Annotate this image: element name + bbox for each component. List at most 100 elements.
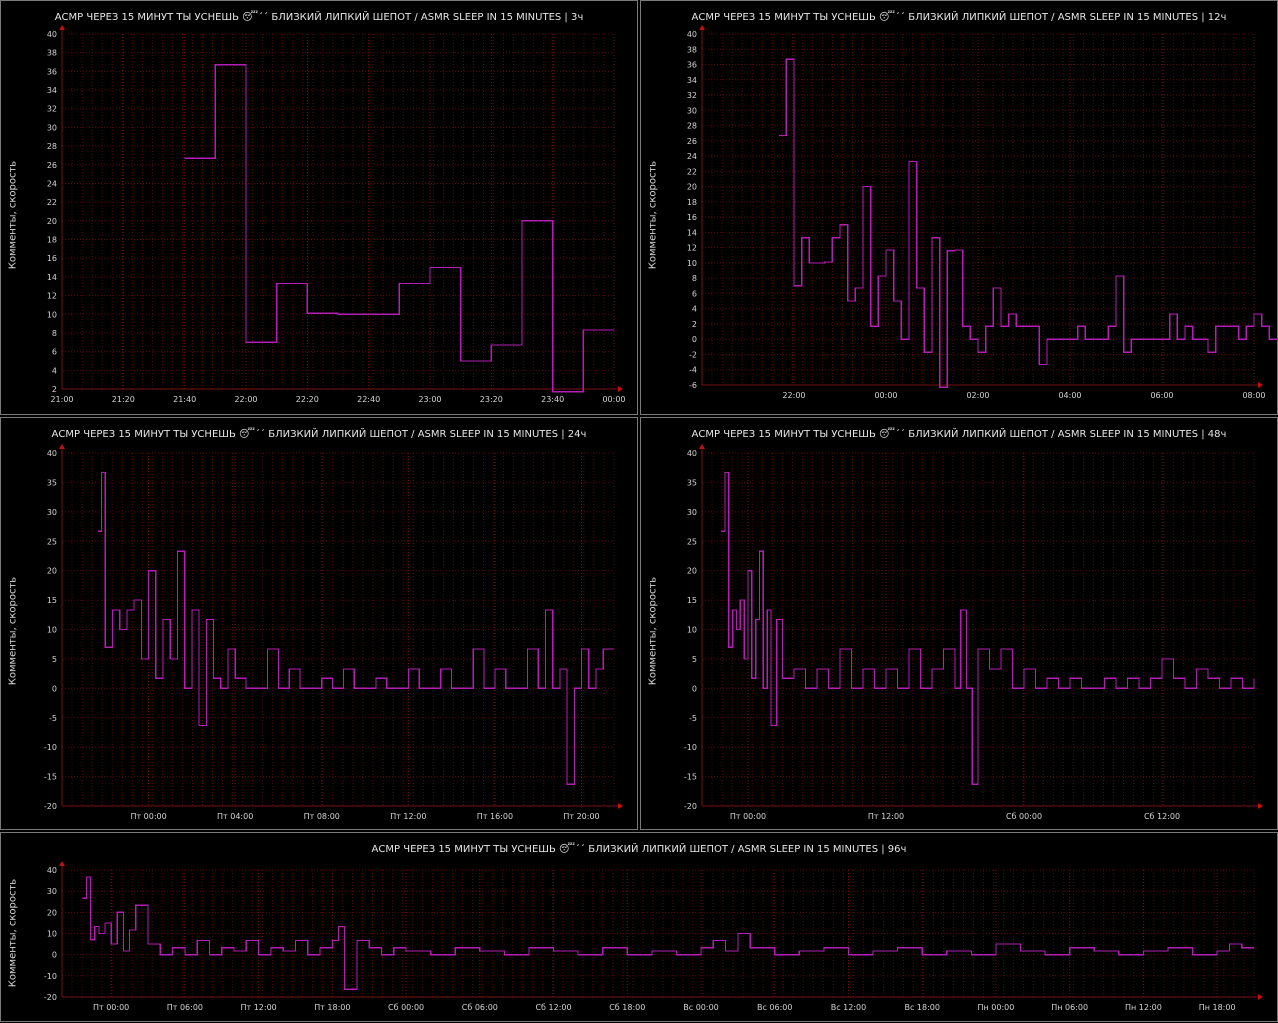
x-tick-label: 21:00 [50, 395, 73, 404]
y-tick-label: -15 [684, 773, 697, 782]
x-tick-label: 22:00 [782, 391, 805, 400]
x-tick-label: 00:00 [602, 395, 625, 404]
y-tick-label: 26 [687, 137, 697, 146]
y-tick-label: 18 [687, 198, 697, 207]
x-tick-label: 23:20 [480, 395, 503, 404]
x-tick-label: 04:00 [1058, 391, 1081, 400]
chart-svg-12h: -6-4-20246810121416182022242628303234363… [687, 25, 1278, 400]
y-tick-label: 16 [687, 213, 697, 222]
y-tick-label: -6 [689, 381, 697, 390]
y-tick-label: 4 [52, 366, 57, 375]
chart-title: АСМР ЧЕРЕЗ 15 МИНУТ ТЫ УСНЕШЬ 😴´´ БЛИЗКИ… [691, 12, 1227, 23]
chart-title: АСМР ЧЕРЕЗ 15 МИНУТ ТЫ УСНЕШЬ 😴´´ БЛИЗКИ… [54, 12, 584, 23]
x-tick-label: Пт 06:00 [167, 1003, 203, 1012]
x-tick-label: 23:40 [541, 395, 564, 404]
y-tick-label: 36 [687, 61, 697, 70]
y-tick-label: 24 [687, 152, 697, 161]
y-tick-label: 35 [687, 478, 697, 487]
y-tick-label: 28 [687, 122, 697, 131]
y-tick-label: 4 [692, 305, 697, 314]
y-tick-label: 20 [47, 567, 57, 576]
y-tick-label: -10 [684, 743, 697, 752]
y-axis-arrow [59, 861, 65, 866]
x-tick-label: Пн 06:00 [1051, 1003, 1088, 1012]
x-tick-label: Пт 12:00 [868, 812, 904, 821]
y-axis-arrow [699, 25, 705, 30]
y-axis-label: Комменты, скорость [647, 160, 659, 270]
chart-panel-48h: -20 -15 -10 -5 0 5 10 15 20 25 30 35 40 Пт 00:00 Пт 12… [640, 417, 1278, 830]
x-tick-label: 22:40 [357, 395, 380, 404]
y-tick-label: 12 [47, 292, 57, 301]
x-axis-arrow [1258, 803, 1263, 809]
y-tick-label: 18 [47, 236, 57, 245]
chart-panel-24h: -20 -15 -10 -5 0 5 10 15 20 25 30 35 40 Пт 00:00 Пт 04… [0, 417, 638, 830]
y-tick-label: 32 [47, 105, 57, 114]
y-tick-label: 2 [692, 320, 697, 329]
y-tick-label: -10 [44, 743, 57, 752]
x-tick-label: Пт 08:00 [304, 812, 340, 821]
y-tick-label: 14 [687, 228, 697, 237]
y-tick-label: 34 [47, 86, 57, 95]
y-tick-label: 38 [47, 49, 57, 58]
y-axis-label: Комменты, скорость [647, 576, 659, 686]
y-tick-label: 8 [52, 329, 57, 338]
chart-panel-96h: -20 -10 0 10 20 30 40 Пт 00:00 Пт 06:00 Пт 12:00 П… [0, 832, 1278, 1022]
y-tick-label: 10 [47, 626, 57, 635]
y-tick-label: 10 [687, 259, 697, 268]
y-tick-label: 20 [687, 567, 697, 576]
y-tick-label: 40 [47, 30, 57, 39]
x-axis-arrow [1258, 382, 1263, 388]
x-tick-label: 22:00 [234, 395, 257, 404]
x-tick-label: 21:40 [173, 395, 196, 404]
y-tick-label: 40 [47, 449, 57, 458]
y-tick-label: -2 [689, 350, 697, 359]
y-tick-label: -15 [44, 773, 57, 782]
x-tick-label: 22:20 [296, 395, 319, 404]
y-tick-label: -5 [49, 714, 57, 723]
y-tick-label: 5 [52, 655, 57, 664]
y-tick-label: 6 [52, 348, 57, 357]
x-tick-label: Пн 18:00 [1199, 1003, 1236, 1012]
y-tick-label: 0 [52, 684, 57, 693]
y-tick-label: 14 [47, 273, 57, 282]
y-tick-label: 34 [687, 76, 697, 85]
chart-title: АСМР ЧЕРЕЗ 15 МИНУТ ТЫ УСНЕШЬ 😴´´ БЛИЗКИ… [51, 429, 587, 440]
series-line [98, 471, 614, 785]
x-tick-label: 08:00 [1242, 391, 1265, 400]
chart-svg-48h: -20 -15 -10 -5 0 5 10 15 20 25 30 35 40 Пт 00:00 Пт 12… [684, 444, 1263, 821]
y-tick-label: 24 [47, 179, 57, 188]
y-axis-label: Комменты, скорость [7, 576, 19, 686]
y-tick-label: 40 [687, 449, 697, 458]
y-tick-label: -4 [689, 366, 697, 375]
x-tick-label: 06:00 [1150, 391, 1173, 400]
y-tick-label: 30 [687, 508, 697, 517]
y-tick-label: 22 [687, 167, 697, 176]
y-tick-label: 20 [687, 183, 697, 192]
x-axis-arrow [618, 803, 623, 809]
y-tick-label: 40 [687, 30, 697, 39]
x-tick-label: Пт 00:00 [730, 812, 766, 821]
y-tick-label: 0 [692, 684, 697, 693]
x-tick-label: Сб 18:00 [609, 1003, 645, 1012]
y-tick-label: 15 [47, 596, 57, 605]
y-tick-label: 5 [692, 655, 697, 664]
chart-panel-12h: -6 -4 -2 0 2 4 6 8 10 12 14 16 18 20 22 24 26 28 30 32 34 36 3… [640, 0, 1278, 415]
y-axis-arrow [699, 444, 705, 449]
y-axis-arrow [59, 25, 65, 30]
x-axis-arrow [618, 386, 623, 392]
y-tick-label: 30 [47, 123, 57, 132]
y-tick-label: 20 [47, 908, 57, 917]
y-tick-label: 30 [47, 508, 57, 517]
y-tick-label: 2 [52, 385, 57, 394]
x-tick-label: Сб 12:00 [1144, 812, 1180, 821]
y-tick-label: -20 [44, 993, 57, 1002]
x-tick-label: Сб 00:00 [1006, 812, 1042, 821]
y-tick-label: 40 [47, 866, 57, 875]
x-tick-label: 02:00 [966, 391, 989, 400]
y-tick-label: 36 [47, 67, 57, 76]
y-tick-label: 28 [47, 142, 57, 151]
x-tick-label: Пн 00:00 [978, 1003, 1015, 1012]
series-line [184, 64, 614, 393]
y-tick-label: 12 [687, 244, 697, 253]
x-tick-label: Сб 00:00 [388, 1003, 424, 1012]
